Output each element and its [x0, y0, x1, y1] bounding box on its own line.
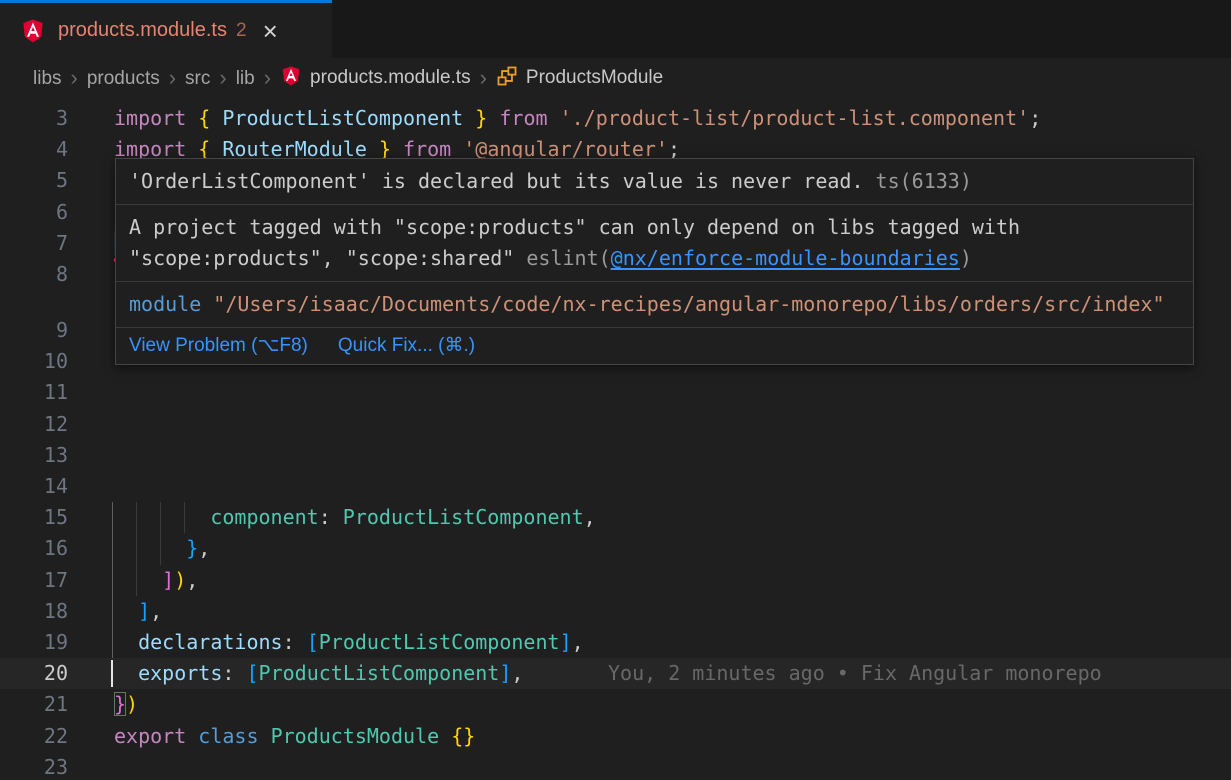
indent-guide	[112, 502, 113, 533]
hover-tooltip: 'OrderListComponent' is declared but its…	[115, 158, 1194, 365]
code-line-23[interactable]: 23	[0, 752, 1231, 780]
line-number: 20	[0, 658, 68, 689]
code-line-18[interactable]: 18 ],	[0, 596, 1231, 627]
angular-icon	[20, 18, 46, 44]
indent-guide	[112, 627, 113, 658]
chevron-right-icon: ›	[169, 65, 176, 91]
line-number: 11	[0, 377, 68, 408]
text-cursor	[111, 660, 113, 687]
tab-strip: products.module.ts 2 ×	[0, 0, 1231, 58]
hover-message-2: A project tagged with "scope:products" c…	[116, 205, 1193, 282]
tab-title: products.module.ts	[58, 19, 227, 42]
breadcrumb-item-lib[interactable]: lib	[236, 68, 255, 90]
line-number: 9	[0, 315, 68, 346]
breadcrumb-item-file[interactable]: products.module.ts	[280, 65, 471, 93]
code-line-12[interactable]: 12	[0, 409, 1231, 440]
code-text: declarations: [ProductListComponent],	[114, 627, 584, 658]
line-number: 13	[0, 440, 68, 471]
code-line-16[interactable]: 16 },	[0, 533, 1231, 564]
code-line-19[interactable]: 19 declarations: [ProductListComponent],	[0, 627, 1231, 658]
code-line-21[interactable]: 21})	[0, 689, 1231, 720]
code-text: })	[114, 689, 138, 720]
line-number: 21	[0, 689, 68, 720]
hover-message-3: module "/Users/isaac/Documents/code/nx-r…	[116, 282, 1193, 328]
line-number: 14	[0, 471, 68, 502]
breadcrumb-item-symbol[interactable]: ProductsModule	[496, 65, 663, 93]
breadcrumb-item-products[interactable]: products	[87, 68, 160, 90]
hover-message-1: 'OrderListComponent' is declared but its…	[116, 159, 1193, 205]
line-number: 4	[0, 134, 68, 165]
code-text: ]),	[114, 565, 198, 596]
line-number: 3	[0, 103, 68, 134]
code-text: import { ProductListComponent } from './…	[114, 103, 1041, 134]
quick-fix-action[interactable]: Quick Fix... (⌘.)	[338, 334, 475, 357]
line-number: 22	[0, 721, 68, 752]
breadcrumb-item-libs[interactable]: libs	[33, 68, 62, 90]
close-icon[interactable]: ×	[263, 18, 278, 44]
line-number: 7	[0, 228, 68, 259]
line-number: 6	[0, 197, 68, 228]
indent-guide	[112, 533, 113, 564]
code-text: component: ProductListComponent,	[114, 502, 596, 533]
line-number: 10	[0, 346, 68, 377]
indent-guide	[112, 565, 113, 596]
line-number: 16	[0, 533, 68, 564]
angular-icon	[280, 65, 302, 93]
code-text: export class ProductsModule {}	[114, 721, 475, 752]
chevron-right-icon: ›	[264, 65, 271, 91]
code-line-13[interactable]: 13	[0, 440, 1231, 471]
code-line-22[interactable]: 22 export class ProductsModule {}	[0, 721, 1231, 752]
code-text: exports: [ProductListComponent],	[114, 658, 523, 689]
class-icon	[496, 65, 518, 93]
line-number: 23	[0, 752, 68, 780]
vscode-window: products.module.ts 2 × libs › products ›…	[0, 0, 1231, 780]
code-line-14[interactable]: 14	[0, 471, 1231, 502]
chevron-right-icon: ›	[71, 65, 78, 91]
line-number: 12	[0, 409, 68, 440]
line-number: 17	[0, 565, 68, 596]
indent-guide	[112, 596, 113, 627]
chevron-right-icon: ›	[219, 65, 226, 91]
code-line-15[interactable]: 15 component: ProductListComponent,	[0, 502, 1231, 533]
code-text: },	[114, 533, 210, 564]
code-line-20[interactable]: 20 exports: [ProductListComponent], You, …	[0, 658, 1231, 689]
chevron-right-icon: ›	[480, 65, 487, 91]
code-line-11[interactable]: 11	[0, 377, 1231, 408]
code-line-17[interactable]: 17 ]),	[0, 565, 1231, 596]
line-number: 15	[0, 502, 68, 533]
line-number: 19	[0, 627, 68, 658]
code-line-3[interactable]: 3 import { ProductListComponent } from '.…	[0, 103, 1231, 134]
breadcrumb-item-src[interactable]: src	[185, 68, 210, 90]
view-problem-action[interactable]: View Problem (⌥F8)	[129, 334, 308, 357]
hover-status-bar: View Problem (⌥F8) Quick Fix... (⌘.)	[116, 328, 1193, 364]
eslint-rule-link[interactable]: @nx/enforce-module-boundaries	[611, 246, 960, 270]
git-blame-annotation: You, 2 minutes ago • Fix Angular monorep…	[608, 658, 1102, 689]
tab-badge: 2	[236, 20, 247, 42]
breadcrumb: libs › products › src › lib › products.m…	[0, 58, 1231, 100]
tab-products-module[interactable]: products.module.ts 2 ×	[0, 0, 332, 58]
code-text: ],	[114, 596, 162, 627]
line-number: 18	[0, 596, 68, 627]
line-number: 5	[0, 165, 68, 196]
line-number: 8	[0, 259, 68, 290]
